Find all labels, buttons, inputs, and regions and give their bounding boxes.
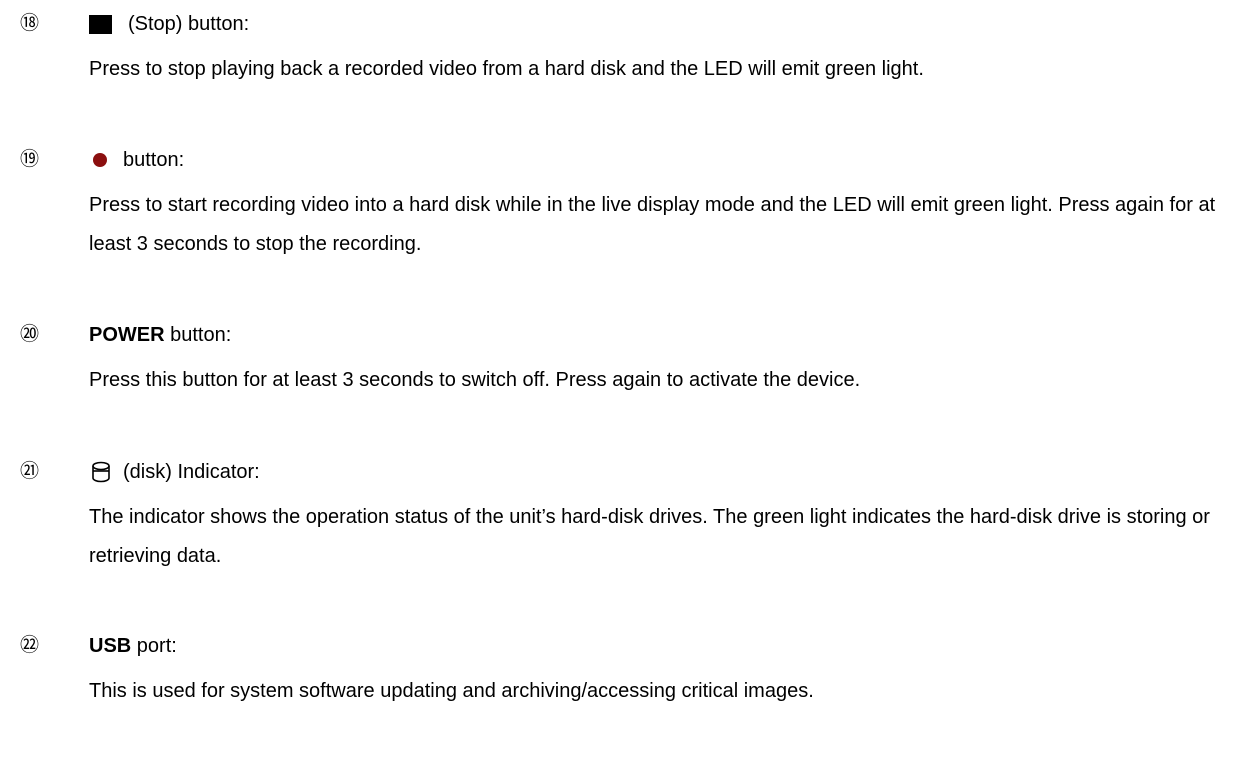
disk-icon [92,461,110,483]
item-heading: USB port: [89,634,177,658]
item-label: (Stop) button: [128,13,250,35]
item-number: ⑲ [20,149,40,170]
item-label-bold: POWER [89,324,165,346]
item-label: button: [123,149,185,171]
item-label-bold: USB [89,635,132,657]
item-heading: button: [89,148,184,172]
item-number: ㉒ [20,635,40,656]
stop-square-icon [89,14,112,34]
item-label: button: [164,324,232,346]
item-description: Press this button for at least 3 seconds… [89,369,861,391]
item-description: Press to start recording video into a ha… [89,194,1216,255]
item-heading: POWER button: [89,323,231,347]
item-number: ㉑ [20,461,40,482]
item-heading: (disk) Indicator: [89,460,260,484]
item-description: The indicator shows the operation status… [89,506,1210,567]
item-label: (disk) Indicator: [123,461,260,483]
item-description: This is used for system software updatin… [89,680,814,702]
item-heading: (Stop) button: [89,12,249,36]
record-dot-icon [93,153,107,167]
item-label: port: [131,635,177,657]
item-number: ⑳ [20,324,40,345]
item-description: Press to stop playing back a recorded vi… [89,58,924,80]
item-number: ⑱ [20,13,40,34]
